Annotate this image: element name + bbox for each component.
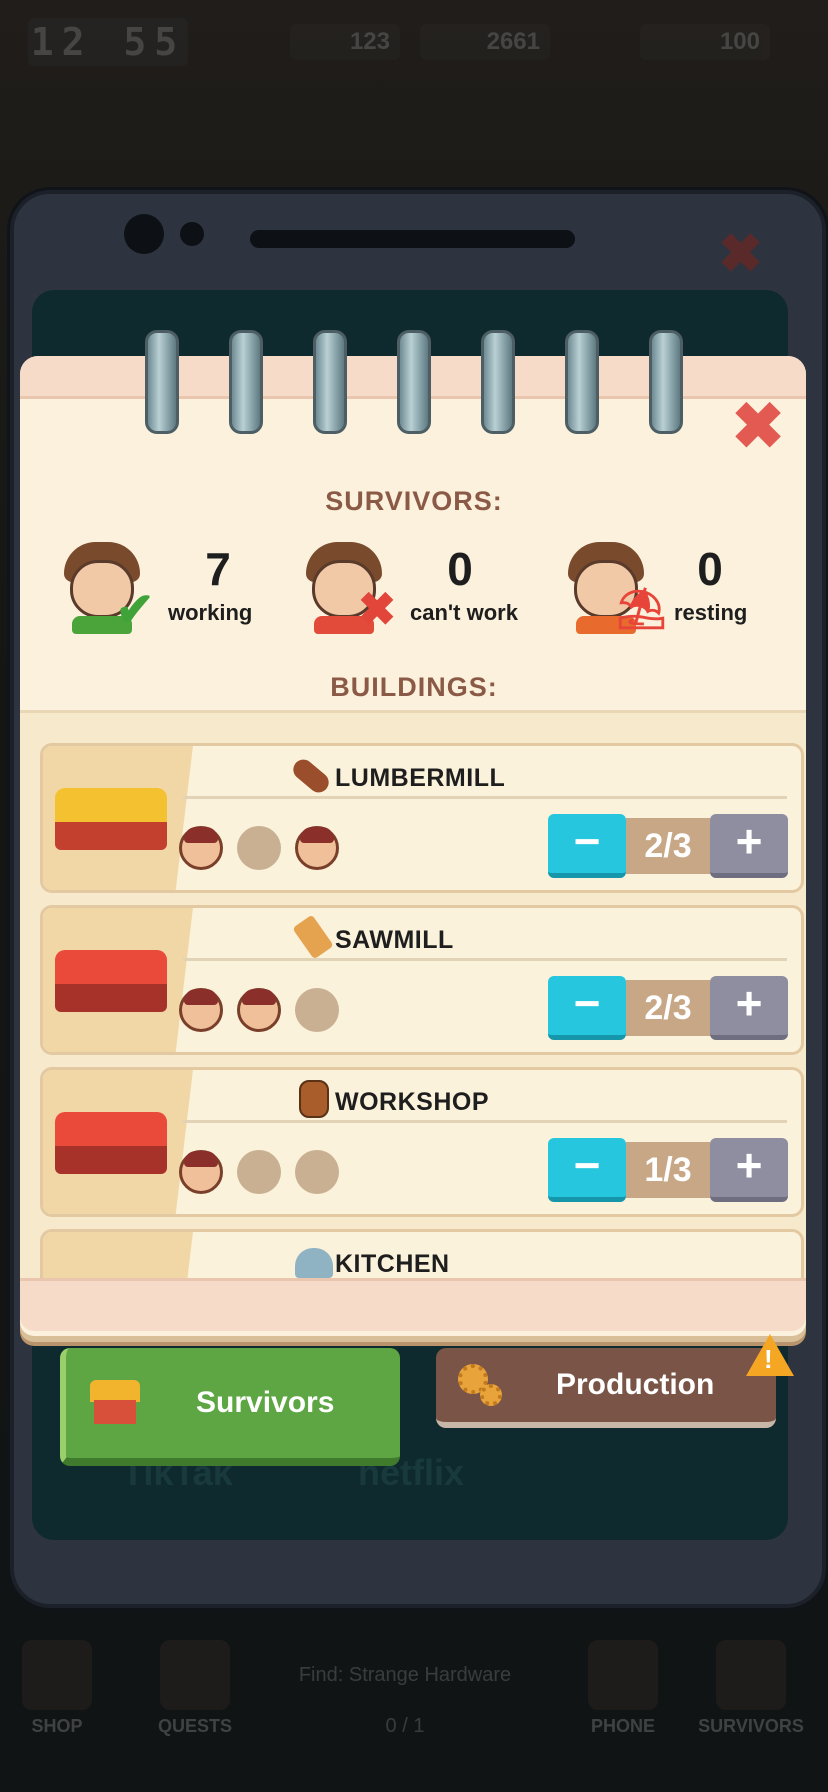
worker-slot-empty [295,1150,339,1194]
level-resource: 123 [290,24,400,60]
binder-ring [229,330,263,434]
building-card-workshop: WORKSHOP − 1/3 + [40,1067,804,1217]
phone-close-icon[interactable]: ✖ [718,222,763,285]
building-name: LUMBERMILL [335,764,506,792]
binder-ring [649,330,683,434]
building-name: KITCHEN [335,1250,450,1278]
stat-working: ✔ 7 working [60,540,270,640]
house-icon [90,1380,140,1426]
binder-ring [565,330,599,434]
worker-slot-filled [179,826,223,870]
wood-resource: 2661 [420,24,550,60]
worker-slot-empty [295,988,339,1032]
check-icon: ✔ [115,583,155,635]
building-name: SAWMILL [335,926,454,954]
game-clock: 12 55 [28,18,188,66]
worker-slot-filled [295,826,339,870]
cloche-icon [295,1248,333,1278]
phone-speaker [250,230,575,248]
assigned-count: 2/3 [626,818,710,874]
building-card-lumbermill: LUMBERMILL − 2/3 + [40,743,804,893]
tab-survivors[interactable]: Survivors [60,1348,400,1466]
nav-survivors: SURVIVORS [696,1640,806,1750]
worker-slot-filled [179,1150,223,1194]
plank-icon [292,914,334,960]
tab-production[interactable]: Production [436,1348,776,1428]
building-card-kitchen: KITCHEN [40,1229,804,1279]
working-count: 7 [205,543,231,595]
worker-slot-empty [237,826,281,870]
log-icon [289,755,333,797]
resting-count: 0 [697,543,723,595]
quest-tracker: Find: Strange Hardware 0 / 1 [240,1664,570,1754]
remove-worker-button[interactable]: − [548,814,626,878]
worker-stepper: − 1/3 + [548,1138,788,1202]
barrel-icon [299,1080,329,1118]
nav-phone: PHONE [568,1640,678,1750]
building-card-sawmill: SAWMILL − 2/3 + [40,905,804,1055]
nav-quests: QUESTS [140,1640,250,1750]
phone-sensor [180,222,204,246]
worker-slot-empty [237,1150,281,1194]
nav-shop: SHOP [2,1640,112,1750]
binder-ring [145,330,179,434]
worker-stepper: − 2/3 + [548,976,788,1040]
binder-ring [481,330,515,434]
buildings-list[interactable]: LUMBERMILL − 2/3 + SAWMILL − 2/3 + WORKS… [20,710,806,1279]
add-worker-button[interactable]: + [710,1138,788,1202]
top-hud: 12 55 123 2661 100 [0,18,828,78]
buildings-title: BUILDINGS: [330,672,498,702]
workshop-image [55,1112,167,1174]
warning-mark: ! [764,1344,773,1374]
assigned-count: 1/3 [626,1142,710,1198]
working-label: working [168,600,253,625]
assigned-count: 2/3 [626,980,710,1036]
resting-label: resting [674,600,748,625]
gear-icon [480,1384,502,1406]
sawmill-image [55,950,167,1012]
stat-resting: ⛱ 0 resting [564,540,764,640]
cant-work-label: can't work [410,600,518,625]
building-name: WORKSHOP [335,1088,489,1116]
remove-worker-button[interactable]: − [548,976,626,1040]
notebook-bottom-edge [20,1278,806,1331]
remove-worker-button[interactable]: − [548,1138,626,1202]
worker-stepper: − 2/3 + [548,814,788,878]
tab-survivors-label: Survivors [196,1386,335,1419]
quest-progress: 0 / 1 [385,1715,425,1737]
worker-slot-filled [237,988,281,1032]
cant-work-count: 0 [447,543,473,595]
phone-camera [124,214,164,254]
survivors-title: SURVIVORS: [325,486,503,516]
add-worker-button[interactable]: + [710,814,788,878]
quest-text: Find: Strange Hardware [298,1664,512,1686]
lumbermill-image [55,788,167,850]
close-icon[interactable]: ✖ [730,394,786,458]
binder-ring [397,330,431,434]
gem-resource: 100 [640,24,770,60]
tab-production-label: Production [556,1368,715,1401]
stat-cant-work: ✖ 0 can't work [302,540,532,640]
binder-ring [313,330,347,434]
background-bottom-nav: SHOP QUESTS Find: Strange Hardware 0 / 1… [0,1640,828,1760]
cross-icon: ✖ [357,583,397,635]
worker-slot-filled [179,988,223,1032]
add-worker-button[interactable]: + [710,976,788,1040]
